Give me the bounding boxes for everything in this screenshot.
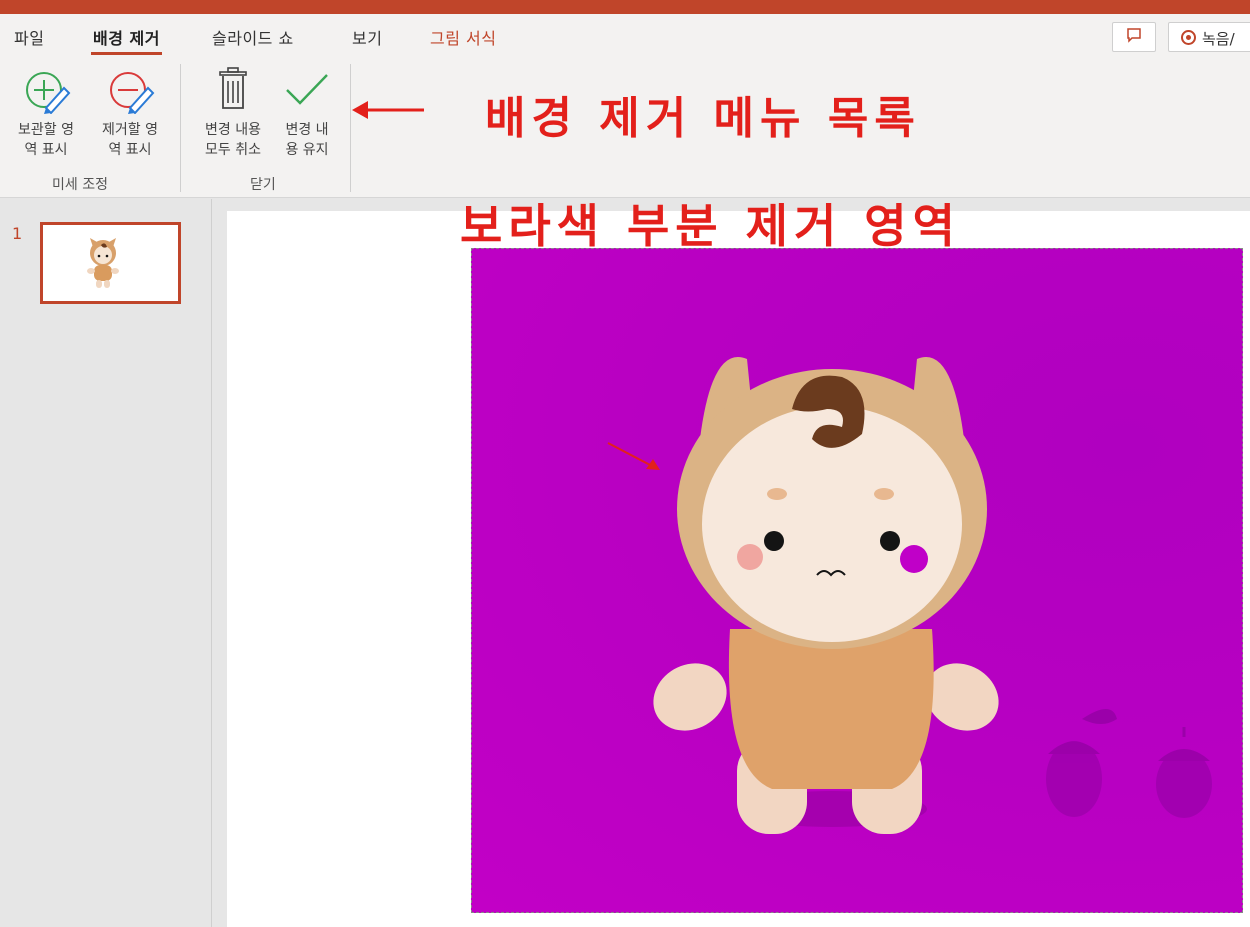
mark-remove-label: 제거할 영 역 표시: [102, 122, 158, 158]
doll-photo: [653, 356, 1212, 834]
trash-icon: [216, 66, 250, 116]
slide-number: 1: [12, 224, 23, 243]
tab-file[interactable]: 파일: [14, 25, 44, 49]
background-removal-picture[interactable]: [471, 248, 1243, 913]
slide-thumbnail[interactable]: [40, 222, 181, 304]
title-bar: [0, 0, 1250, 14]
thumbnail-doll-image: [87, 238, 119, 288]
record-button[interactable]: 녹음/: [1168, 22, 1250, 52]
mark-remove-button[interactable]: 제거할 영 역 표시: [88, 62, 172, 172]
comment-icon: [1126, 27, 1142, 47]
keep-changes-button[interactable]: 변경 내 용 유지: [274, 62, 340, 172]
annotation-arrow-left: [352, 101, 424, 119]
group-divider: [350, 64, 351, 192]
checkmark-icon: [284, 72, 330, 112]
mark-keep-button[interactable]: 보관할 영 역 표시: [4, 62, 88, 172]
ribbon-panel: 보관할 영 역 표시 제거할 영 역 표시 미세 조정 변경 내용 모두 취소 …: [0, 58, 1250, 198]
slide-thumbnail-pane: 1: [0, 199, 212, 927]
annotation-menu-list: 배경 제거 메뉴 목록: [485, 93, 921, 144]
ribbon-tabs: 파일 배경 제거 슬라이드 쇼 보기 그림 서식: [0, 14, 1250, 58]
discard-changes-label: 변경 내용 모두 취소: [205, 122, 261, 158]
refine-group-label: 미세 조정: [52, 177, 108, 193]
keep-changes-label: 변경 내 용 유지: [285, 122, 329, 158]
record-icon: [1181, 30, 1196, 45]
group-divider: [180, 64, 181, 192]
comment-button[interactable]: [1112, 22, 1156, 52]
tab-view[interactable]: 보기: [352, 25, 382, 49]
annotation-arrow-pointer: [607, 442, 660, 470]
discard-changes-button[interactable]: 변경 내용 모두 취소: [192, 62, 274, 172]
annotation-purple-area: 보라색 부분 제거 영역: [460, 199, 961, 253]
tab-slideshow[interactable]: 슬라이드 쇼: [212, 25, 294, 49]
tab-background-removal[interactable]: 배경 제거: [91, 25, 162, 55]
record-label: 녹음/: [1202, 30, 1235, 48]
mark-remove-pencil-icon: [108, 68, 156, 118]
tab-picture-format[interactable]: 그림 서식: [430, 25, 496, 49]
close-group-label: 닫기: [250, 177, 276, 193]
mark-keep-pencil-icon: [24, 68, 72, 118]
mark-keep-label: 보관할 영 역 표시: [18, 122, 74, 158]
